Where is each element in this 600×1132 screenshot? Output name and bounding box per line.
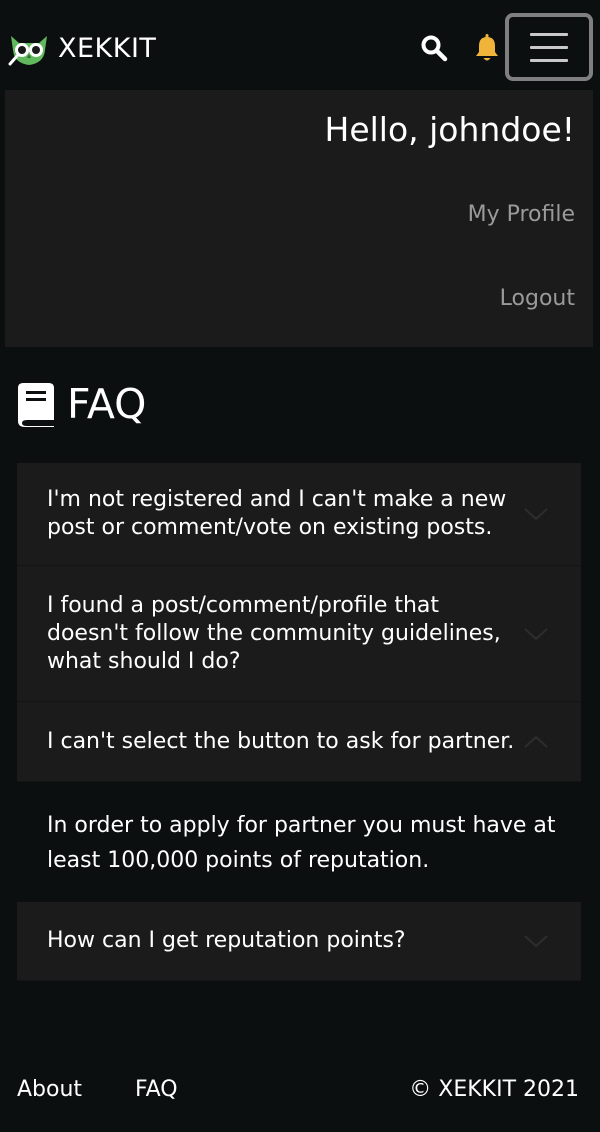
faq-answer: In order to apply for partner you must h…: [47, 813, 556, 873]
hamburger-menu-icon[interactable]: [505, 13, 593, 81]
my-profile-link[interactable]: My Profile: [468, 202, 575, 227]
chevron-down-icon: [524, 935, 548, 948]
navbar: XEKKIT: [0, 0, 600, 90]
bell-icon[interactable]: [474, 33, 500, 63]
faq-heading: FAQ: [17, 380, 146, 428]
chevron-up-icon: [524, 735, 548, 748]
menu-bar: [530, 58, 568, 62]
brand-name: XEKKIT: [58, 33, 157, 64]
logout-link[interactable]: Logout: [500, 286, 575, 311]
book-icon: [18, 382, 54, 427]
search-icon[interactable]: [420, 34, 448, 62]
page-title: FAQ: [67, 380, 147, 428]
faq-question: I can't select the button to ask for par…: [47, 728, 515, 754]
faq-item[interactable]: I found a post/comment/profile that does…: [17, 566, 581, 702]
greeting-text: Hello, johndoe!: [324, 110, 575, 149]
brand-link[interactable]: XEKKIT: [8, 30, 156, 68]
menu-bar: [530, 45, 568, 49]
faq-item-expanded[interactable]: I can't select the button to ask for par…: [17, 702, 581, 782]
footer-about-link[interactable]: About: [17, 1077, 82, 1102]
copyright-text: © XEKKIT 2021: [409, 1077, 579, 1102]
faq-item[interactable]: How can I get reputation points?: [17, 902, 581, 981]
footer-faq-link[interactable]: FAQ: [135, 1077, 178, 1102]
faq-question: How can I get reputation points?: [47, 928, 406, 953]
faq-item[interactable]: I'm not registered and I can't make a ne…: [17, 463, 581, 566]
owl-logo-icon: [8, 36, 47, 66]
chevron-down-icon: [524, 508, 548, 521]
chevron-down-icon: [524, 627, 548, 640]
faq-question: I found a post/comment/profile that does…: [47, 592, 501, 674]
faq-question: I'm not registered and I can't make a ne…: [47, 487, 507, 540]
menu-bar: [530, 32, 568, 36]
user-menu-panel: Hello, johndoe! My Profile Logout: [5, 90, 593, 347]
